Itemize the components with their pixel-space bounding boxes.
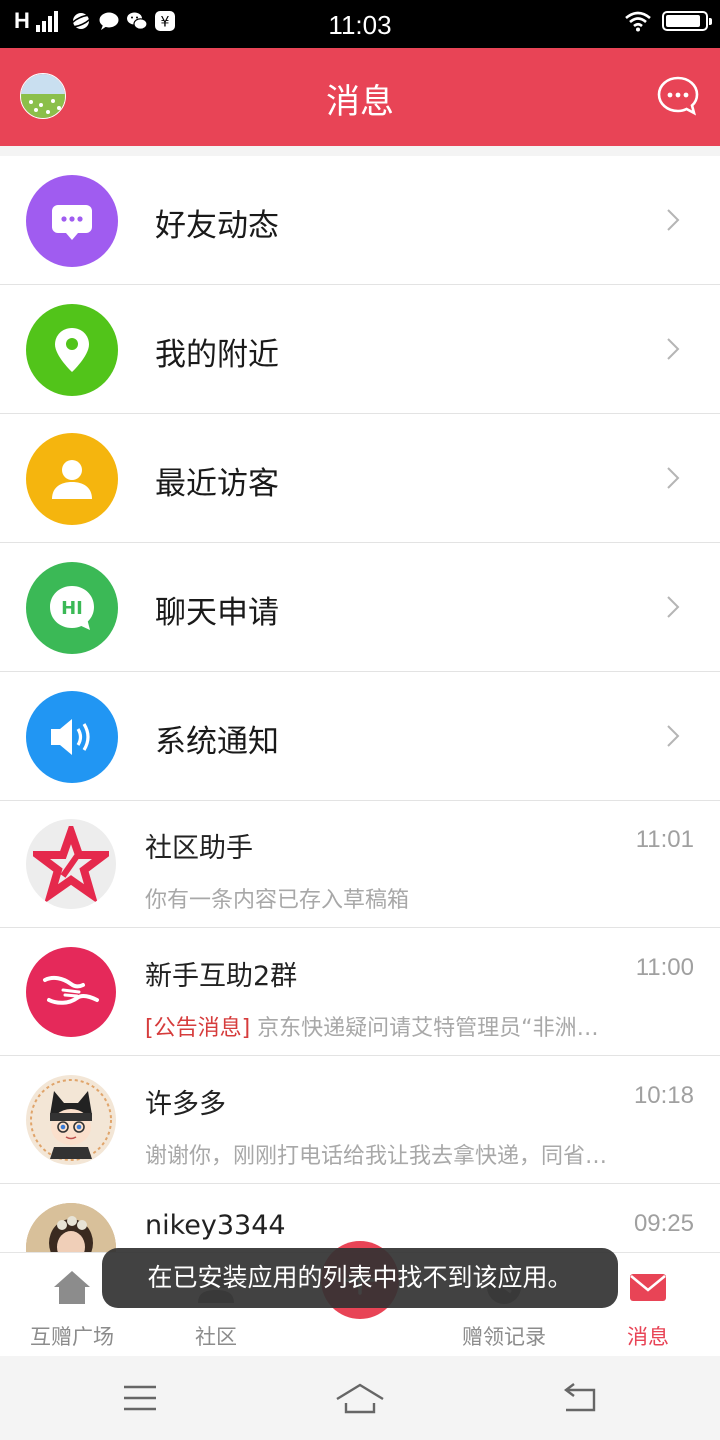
star-logo-icon	[26, 819, 116, 909]
contact-name: 社区助手	[145, 833, 253, 864]
message-preview: [公告消息] 京东快递疑问请艾特管理员“非洲…	[145, 1010, 655, 1042]
preview-text: 京东快递疑问请艾特管理员“非洲…	[250, 1016, 599, 1041]
chevron-right-icon	[667, 209, 680, 231]
toast-message: 在已安装应用的列表中找不到该应用。	[102, 1248, 618, 1308]
feature-row-system-notice[interactable]: 系统通知	[0, 672, 720, 801]
contact-name: 许多多	[145, 1089, 226, 1120]
chevron-right-icon	[667, 338, 680, 360]
wifi-icon	[625, 11, 651, 32]
message-time: 11:01	[635, 826, 694, 853]
system-nav-bar	[0, 1356, 720, 1440]
hamburger-icon	[124, 1385, 156, 1411]
menu-button[interactable]	[110, 1376, 170, 1420]
back-button[interactable]	[550, 1376, 610, 1420]
contact-name: 新手互助2群	[145, 961, 298, 992]
feature-label: 好友动态	[155, 208, 279, 244]
message-row-contact[interactable]: 许多多 10:18 谢谢你，刚刚打电话给我让我去拿快递，同省…	[0, 1056, 720, 1184]
feature-row-nearby[interactable]: 我的附近	[0, 285, 720, 414]
section-divider	[0, 146, 720, 156]
preview-text: 你有一条内容已存入草稿箱	[145, 888, 410, 913]
chevron-right-icon	[667, 596, 680, 618]
message-row-community-assistant[interactable]: 社区助手 11:01 你有一条内容已存入草稿箱	[0, 800, 720, 928]
top-header: 消息	[0, 48, 720, 146]
location-pin-icon	[26, 304, 118, 396]
svg-text:HI: HI	[61, 598, 83, 619]
message-preview: 谢谢你，刚刚打电话给我让我去拿快递，同省…	[145, 1138, 655, 1170]
chevron-right-icon	[667, 725, 680, 747]
home-outline-icon	[336, 1383, 384, 1414]
speaker-icon	[26, 691, 118, 783]
feature-label: 聊天申请	[155, 595, 279, 631]
tab-label: 赠领记录	[462, 1325, 546, 1349]
house-icon	[54, 1271, 90, 1304]
message-row-group-chat[interactable]: 新手互助2群 11:00 [公告消息] 京东快递疑问请艾特管理员“非洲…	[0, 928, 720, 1056]
chevron-right-icon	[667, 467, 680, 489]
contact-name: nikey3344	[145, 1210, 286, 1241]
person-icon	[26, 433, 118, 525]
preview-text: 谢谢你，刚刚打电话给我让我去拿快递，同省…	[145, 1144, 608, 1169]
message-time: 11:00	[635, 954, 694, 981]
feature-label: 最近访客	[155, 466, 279, 502]
tab-label: 社区	[195, 1325, 237, 1349]
feature-label: 我的附近	[155, 337, 279, 373]
envelope-icon	[630, 1274, 666, 1301]
home-button[interactable]	[330, 1376, 390, 1420]
feature-row-recent-visitors[interactable]: 最近访客	[0, 414, 720, 543]
status-bar: H ¥ 11:03	[0, 0, 720, 48]
clock: 11:03	[328, 10, 392, 40]
hi-bubble-icon: HI	[26, 562, 118, 654]
feature-row-friend-updates[interactable]: 好友动态	[0, 156, 720, 285]
feature-row-chat-requests[interactable]: HI 聊天申请	[0, 543, 720, 672]
page-title: 消息	[326, 82, 394, 122]
message-preview: 你有一条内容已存入草稿箱	[145, 882, 655, 914]
feature-label: 系统通知	[155, 724, 279, 760]
tab-label: 消息	[627, 1325, 669, 1349]
chat-dots-icon	[26, 175, 118, 267]
message-time: 10:18	[633, 1082, 694, 1109]
battery-icon	[662, 11, 712, 31]
tab-label: 互赠广场	[30, 1325, 114, 1349]
cartoon-girl-avatar	[26, 1075, 116, 1165]
chat-bubble-icon[interactable]	[656, 74, 700, 118]
message-time: 09:25	[633, 1210, 694, 1237]
back-arrow-icon	[564, 1383, 596, 1412]
handshake-icon	[26, 947, 116, 1037]
announcement-tag: [公告消息]	[145, 1016, 251, 1041]
